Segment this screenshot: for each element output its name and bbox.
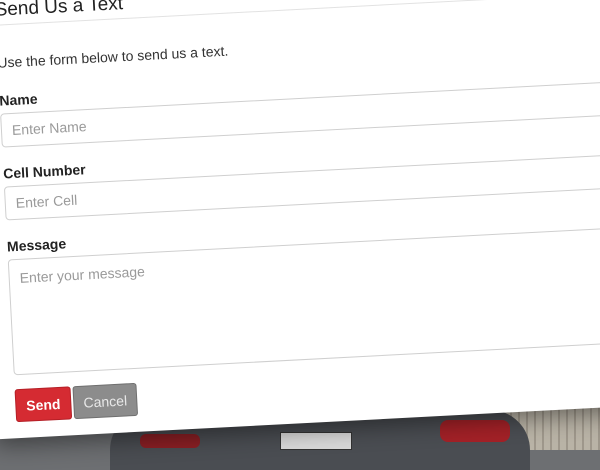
modal-header: Send Us a Text (0, 0, 600, 27)
message-label: Message (6, 235, 67, 255)
cancel-button[interactable]: Cancel (72, 382, 139, 420)
message-textarea[interactable] (7, 226, 600, 376)
name-input[interactable] (0, 81, 600, 148)
form-intro-text: Use the form below to send us a text. (0, 42, 229, 71)
car-tail-light-right (440, 420, 510, 442)
name-label: Name (0, 90, 38, 109)
cell-number-input[interactable] (3, 154, 600, 221)
car-tail-light-left (140, 434, 200, 448)
text-us-modal: Send Us a Text Use the form below to sen… (0, 0, 600, 440)
car-license-plate (280, 432, 352, 450)
modal-title: Send Us a Text (0, 0, 124, 21)
cell-number-label: Cell Number (2, 161, 86, 182)
send-button[interactable]: Send (14, 386, 73, 423)
